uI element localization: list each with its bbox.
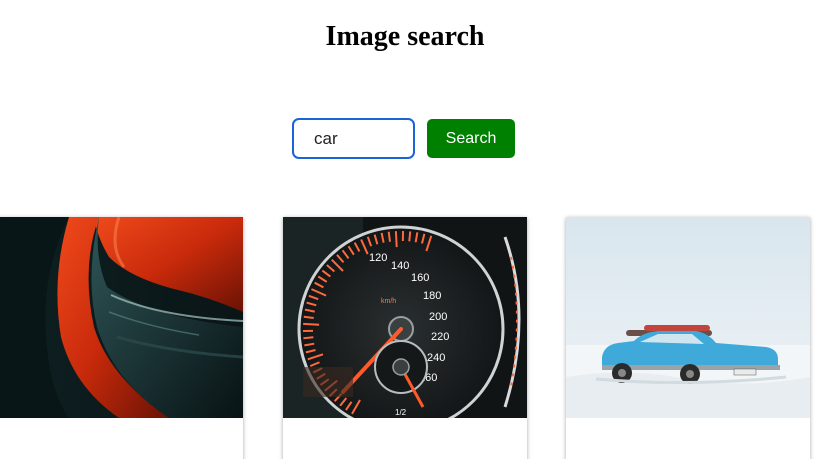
image-result-card[interactable] (0, 217, 243, 459)
image-result-card[interactable] (566, 217, 810, 459)
gauge-label-180: 180 (423, 290, 441, 302)
gauge-label-220: 220 (431, 331, 449, 343)
result-image-speedometer[interactable]: 120 140 160 180 200 220 240 260 km/h 1/2 (283, 217, 527, 418)
gauge-tick (387, 231, 391, 242)
gauge-label-120: 120 (369, 252, 387, 264)
gauge-label-140: 140 (391, 260, 409, 272)
gauge-tick (408, 231, 412, 242)
page-title: Image search (325, 21, 485, 52)
gauge-fuel-label: 1/2 (395, 408, 407, 417)
result-image-blue-car[interactable] (566, 217, 810, 418)
gauge-tick (303, 315, 314, 319)
search-input[interactable] (292, 118, 415, 159)
gauge-label-160: 160 (411, 272, 429, 284)
gauge-tick (394, 231, 398, 248)
image-result-card[interactable]: 120 140 160 180 200 220 240 260 km/h 1/2 (283, 217, 527, 459)
gauge-tick (303, 336, 314, 340)
gauge-label-240: 240 (427, 352, 445, 364)
gauge-label-200: 200 (429, 311, 447, 323)
gauge-unit-label: km/h (381, 298, 396, 305)
search-button[interactable]: Search (427, 119, 515, 158)
gauge-tick (303, 322, 320, 326)
result-image-red-car[interactable] (0, 217, 243, 418)
